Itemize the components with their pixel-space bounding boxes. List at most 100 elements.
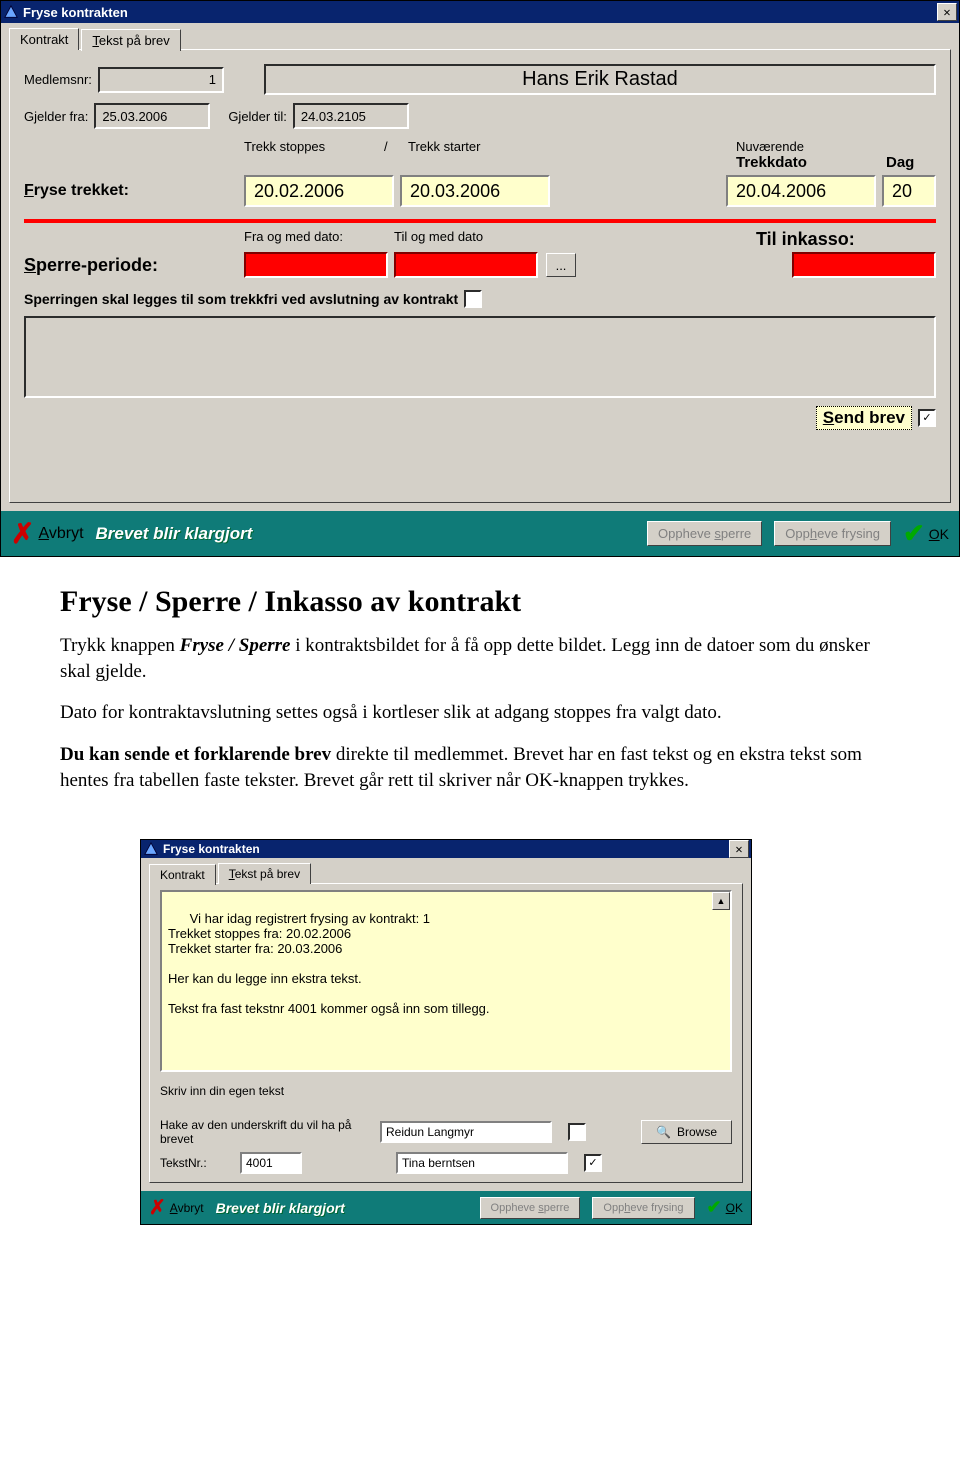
medlemsnr-field: 1	[98, 67, 224, 93]
til-inkasso-label: Til inkasso:	[756, 229, 936, 250]
member-name: Hans Erik Rastad	[522, 68, 678, 91]
sperringen-label: Sperringen skal legges til som trekkfri …	[24, 291, 458, 307]
article-p1: Trykk knappen Fryse / Sperre i kontrakts…	[60, 633, 900, 684]
article-p2: Dato for kontraktavslutning settes også …	[60, 700, 900, 726]
signature-1-input[interactable]: Reidun Langmyr	[380, 1121, 552, 1143]
ok-label: OK	[726, 1201, 743, 1215]
footer-status: Brevet blir klargjort	[216, 1200, 468, 1216]
hake-label: Hake av den underskrift du vil ha på bre…	[160, 1118, 370, 1146]
magnifier-icon: 🔍	[656, 1125, 671, 1139]
sperringen-checkbox[interactable]	[464, 290, 482, 308]
medlemsnr-value: 1	[209, 72, 216, 87]
ok-label: OK	[929, 526, 949, 542]
avbryt-label: Avbryt	[38, 525, 83, 543]
ok-button[interactable]: ✔ OK	[707, 1197, 743, 1218]
titlebar: Fryse kontrakten ✕	[141, 840, 751, 858]
send-brev-text: end brev	[834, 408, 905, 428]
tab-kontrakt[interactable]: Kontrakt	[149, 864, 216, 885]
dialog-title: Fryse kontrakten	[23, 5, 937, 20]
trekk-stoppes-value: 20.02.2006	[254, 181, 344, 202]
dag-field: 20	[882, 175, 936, 207]
tekstnr-value: 4001	[246, 1156, 273, 1170]
send-brev-label: Send brev	[816, 406, 912, 430]
tab-row: Kontrakt Tekst på brev	[1, 23, 959, 49]
check-icon: ✔	[707, 1197, 722, 1218]
oppheve-sperre-button[interactable]: Oppheve sperre	[480, 1197, 581, 1219]
gjelder-fra-label: Gjelder fra:	[24, 109, 88, 124]
signature-2-value: Tina berntsen	[402, 1156, 475, 1170]
browse-button[interactable]: 🔍 Browse	[641, 1120, 732, 1144]
footer-status: Brevet blir klargjort	[96, 524, 636, 544]
signature-1-checkbox[interactable]	[568, 1123, 586, 1141]
gjelder-fra-field: 25.03.2006	[94, 103, 210, 129]
trekk-stoppes-input[interactable]: 20.02.2006	[244, 175, 394, 207]
tab-label: Kontrakt	[160, 868, 205, 882]
tab-panel-tekst: Vi har idag registrert frysing av kontra…	[149, 883, 743, 1183]
dag-value: 20	[892, 181, 912, 202]
medlemsnr-label: Medlemsnr:	[24, 72, 92, 87]
close-button[interactable]: ✕	[729, 840, 749, 858]
titlebar: Fryse kontrakten ✕	[1, 1, 959, 23]
close-button[interactable]: ✕	[937, 3, 957, 21]
x-icon: ✗	[11, 517, 34, 550]
oppheve-sperre-button[interactable]: Oppheve sperre	[647, 521, 762, 546]
tab-tekst-pa-brev[interactable]: Tekst på brev	[218, 863, 311, 884]
trekk-starter-value: 20.03.2006	[410, 181, 500, 202]
fryse-trekket-label: ryse trekket:	[34, 182, 129, 199]
sperre-fra-input[interactable]	[244, 252, 388, 278]
tab-kontrakt[interactable]: Kontrakt	[9, 28, 79, 50]
p1a: Trykk knappen	[60, 635, 180, 656]
article-heading: Fryse / Sperre / Inkasso av kontrakt	[60, 585, 900, 619]
trekk-starter-label: Trekk starter	[408, 139, 558, 171]
oppheve-frysing-button[interactable]: Oppheve frysing	[774, 521, 891, 546]
browse-label: Browse	[677, 1125, 717, 1139]
trekk-stoppes-label: Trekk stoppes	[244, 139, 384, 171]
send-brev-checkbox[interactable]	[918, 409, 936, 427]
letter-textarea[interactable]: Vi har idag registrert frysing av kontra…	[160, 890, 732, 1072]
tab-panel-kontrakt: Medlemsnr: 1 Hans Erik Rastad Gjelder fr…	[9, 49, 951, 503]
oppheve-frysing-button[interactable]: Oppheve frysing	[592, 1197, 694, 1219]
tab-row: Kontrakt Tekst på brev	[141, 858, 751, 883]
trekkdato-label: Trekkdato	[736, 154, 886, 171]
app-icon	[143, 841, 159, 857]
skriv-inn-label: Skriv inn din egen tekst	[160, 1084, 732, 1098]
avbryt-button[interactable]: ✗ Avbryt	[11, 517, 84, 550]
tab-label-rest: ekst på brev	[99, 33, 170, 48]
dialog-title: Fryse kontrakten	[163, 842, 729, 856]
scroll-up-button[interactable]: ▲	[712, 892, 730, 910]
tekstnr-label: TekstNr.:	[160, 1156, 230, 1170]
avbryt-label: Avbryt	[170, 1201, 204, 1215]
freeze-contract-dialog-letter: Fryse kontrakten ✕ Kontrakt Tekst på bre…	[140, 839, 752, 1225]
tab-label-rest: ekst på brev	[235, 867, 300, 881]
ellipsis-button[interactable]: ...	[546, 253, 576, 277]
tab-tekst-pa-brev[interactable]: Tekst på brev	[81, 29, 180, 51]
gjelder-til-value: 24.03.2105	[301, 109, 366, 124]
dag-label: Dag	[886, 154, 936, 171]
signature-2-checkbox[interactable]	[584, 1154, 602, 1172]
article-p3: Du kan sende et forklarende brev direkte…	[60, 742, 900, 793]
x-icon: ✗	[149, 1195, 166, 1220]
letter-text: Vi har idag registrert frysing av kontra…	[168, 911, 490, 1016]
trekk-starter-input[interactable]: 20.03.2006	[400, 175, 550, 207]
trekkdato-value: 20.04.2006	[736, 181, 826, 202]
member-name-field: Hans Erik Rastad	[264, 64, 936, 95]
dialog-footer: ✗ Avbryt Brevet blir klargjort Oppheve s…	[1, 511, 959, 556]
sperre-til-input[interactable]	[394, 252, 538, 278]
avbryt-button[interactable]: ✗ Avbryt	[149, 1195, 204, 1220]
gjelder-til-label: Gjelder til:	[228, 109, 287, 124]
ok-button[interactable]: ✔ OK	[903, 518, 949, 549]
article-body: Fryse / Sperre / Inkasso av kontrakt Try…	[0, 557, 960, 839]
signature-2-input[interactable]: Tina berntsen	[396, 1152, 568, 1174]
check-icon: ✔	[903, 518, 925, 549]
til-inkasso-input[interactable]	[792, 252, 936, 278]
signature-1-value: Reidun Langmyr	[386, 1125, 474, 1139]
tab-label: Kontrakt	[20, 32, 68, 47]
trekkdato-field: 20.04.2006	[726, 175, 876, 207]
til-og-med-label: Til og med dato	[394, 229, 544, 250]
tekstnr-input[interactable]: 4001	[240, 1152, 302, 1174]
gjelder-til-field: 24.03.2105	[293, 103, 409, 129]
notes-area[interactable]	[24, 316, 936, 398]
gjelder-fra-value: 25.03.2006	[102, 109, 167, 124]
dialog-footer: ✗ Avbryt Brevet blir klargjort Oppheve s…	[141, 1191, 751, 1224]
sperre-periode-label: perre-periode:	[36, 255, 158, 275]
